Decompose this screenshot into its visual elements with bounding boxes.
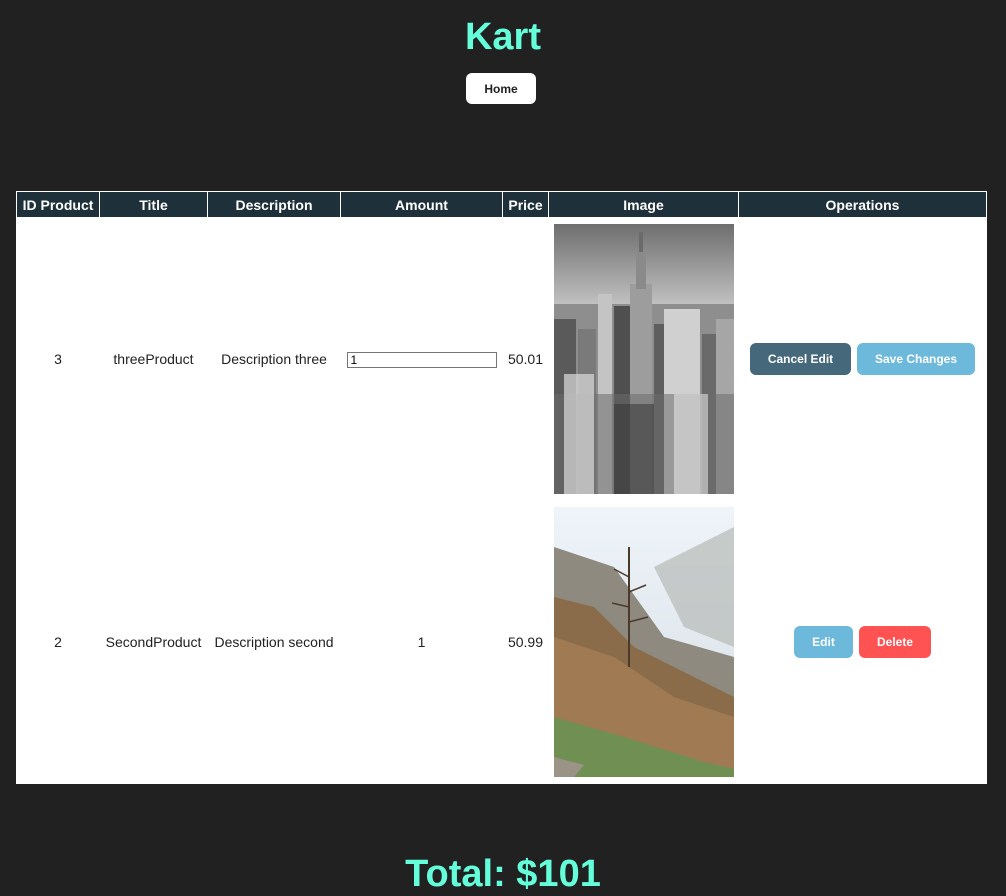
delete-button[interactable]: Delete: [859, 626, 931, 659]
header-id-product: ID Product: [16, 191, 100, 218]
cell-price: 50.99: [507, 634, 544, 651]
cell-price: 50.01: [507, 351, 544, 368]
table-row: 2 SecondProduct Description second 1 50.…: [17, 501, 987, 784]
cell-description: Description three: [221, 351, 327, 368]
save-changes-button[interactable]: Save Changes: [857, 343, 975, 376]
cart-total: Total: $101: [405, 853, 601, 895]
edit-button[interactable]: Edit: [794, 626, 853, 659]
cell-id: 3: [54, 351, 62, 368]
kart-page: Kart Home ID Product Title Description A…: [0, 0, 1006, 896]
header-operations: Operations: [738, 191, 987, 218]
cell-operations: Cancel Edit Save Changes: [739, 218, 987, 501]
mountain-forest-image: [553, 507, 734, 778]
app-title: Kart: [464, 16, 542, 58]
header-amount: Amount: [340, 191, 503, 218]
cell-id: 2: [54, 634, 62, 651]
cancel-edit-button[interactable]: Cancel Edit: [750, 343, 851, 376]
city-skyline-image: [553, 224, 734, 495]
cell-amount: [341, 218, 503, 501]
table-header-row: ID Product Title Description Amount Pric…: [16, 191, 987, 218]
cell-image: [549, 218, 739, 501]
cell-image: [549, 501, 739, 784]
home-button[interactable]: Home: [466, 73, 536, 104]
header-title: Title: [99, 191, 208, 218]
amount-input[interactable]: [346, 351, 497, 368]
table-row: 3 threeProduct Description three 50.01: [17, 218, 987, 501]
cell-amount: 1: [417, 634, 426, 651]
cell-title: threeProduct: [113, 351, 194, 368]
header-description: Description: [207, 191, 341, 218]
header-price: Price: [502, 191, 549, 218]
cell-operations: Edit Delete: [739, 501, 987, 784]
cart-table: ID Product Title Description Amount Pric…: [16, 191, 987, 784]
cell-description: Description second: [214, 634, 334, 651]
header-image: Image: [548, 191, 739, 218]
cell-title: SecondProduct: [105, 634, 202, 651]
